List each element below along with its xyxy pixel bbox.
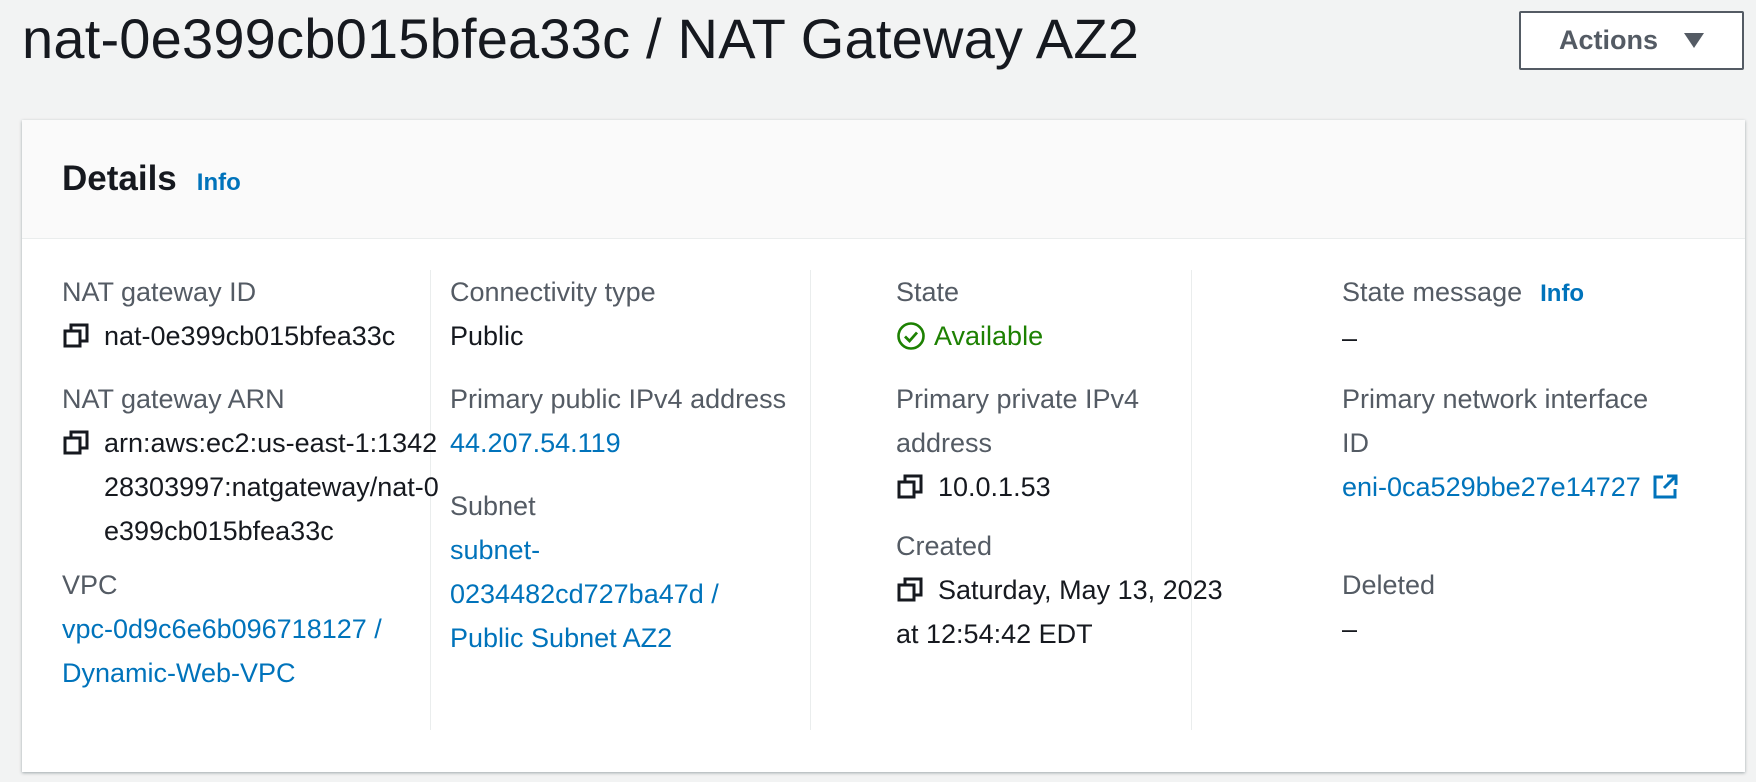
created-field: Created Saturday, May 13, 2023 at 12:54:… [896,524,1246,656]
state-value: Available [934,321,1044,351]
public-ipv4-field: Primary public IPv4 address 44.207.54.11… [450,377,850,465]
details-title: Details [62,159,177,198]
details-columns: NAT gateway ID nat-0e399cb015bfea33c NAT… [22,270,1745,730]
state-message-value: – [1342,323,1358,353]
deleted-value: – [1342,614,1358,644]
subnet-link[interactable]: subnet-0234482cd727ba47d / Public Subnet… [450,528,750,660]
subnet-label: Subnet [450,491,536,521]
nat-gateway-arn-label: NAT gateway ARN [62,384,285,414]
public-ipv4-link[interactable]: 44.207.54.119 [450,421,621,465]
public-ipv4-label: Primary public IPv4 address [450,384,787,414]
vpc-link[interactable]: vpc-0d9c6e6b096718127 / Dynamic-Web-VPC [62,607,447,695]
network-interface-field: Primary network interface ID eni-0ca529b… [1342,377,1682,509]
details-panel: Details Info NAT gateway ID nat-0e399cb0… [22,120,1745,772]
state-status: Available [896,314,1296,358]
external-link-icon[interactable] [1651,473,1679,501]
copy-icon[interactable] [62,322,90,350]
nat-gateway-arn-field: NAT gateway ARN arn:aws:ec2:us-east-1:13… [62,377,447,553]
state-message-info-link[interactable]: Info [1540,280,1584,307]
check-circle-icon [897,322,925,350]
connectivity-type-value: Public [450,321,524,351]
state-message-label: State message [1342,277,1523,307]
private-ipv4-field: Primary private IPv4 address 10.0.1.53 [896,377,1196,509]
connectivity-type-label: Connectivity type [450,277,656,307]
network-interface-link[interactable]: eni-0ca529bbe27e14727 [1342,465,1641,509]
details-header: Details Info [22,120,1745,239]
created-label: Created [896,531,993,561]
details-column-3: State Available Primary private IPv4 add… [896,270,1296,730]
private-ipv4-value: 10.0.1.53 [938,472,1051,502]
page: nat-0e399cb015bfea33c / NAT Gateway AZ2 … [0,0,1756,782]
copy-icon[interactable] [62,429,90,457]
details-info-link[interactable]: Info [197,169,241,197]
created-value: Saturday, May 13, 2023 at 12:54:42 EDT [896,575,1223,649]
actions-label: Actions [1558,25,1658,55]
copy-icon[interactable] [896,576,924,604]
caret-down-icon [1684,33,1704,48]
nat-gateway-arn-value: arn:aws:ec2:us-east-1:134228303997:natga… [104,428,439,546]
vpc-label: VPC [62,570,118,600]
state-label: State [896,277,960,307]
page-title: nat-0e399cb015bfea33c / NAT Gateway AZ2 [22,7,1140,70]
private-ipv4-label: Primary private IPv4 address [896,384,1140,458]
copy-icon[interactable] [896,473,924,501]
nat-gateway-id-value: nat-0e399cb015bfea33c [104,321,396,351]
connectivity-type-field: Connectivity type Public [450,270,850,358]
details-column-4: State message Info – Primary network inte… [1342,270,1722,730]
vpc-field: VPC vpc-0d9c6e6b096718127 / Dynamic-Web-… [62,563,447,695]
network-interface-label: Primary network interface ID [1342,384,1649,458]
actions-button[interactable]: Actions [1519,11,1744,70]
nat-gateway-id-label: NAT gateway ID [62,277,257,307]
state-message-field: State message Info – [1342,270,1722,360]
details-column-2: Connectivity type Public Primary public … [450,270,850,730]
deleted-label: Deleted [1342,570,1436,600]
state-field: State Available [896,270,1296,358]
details-column-1: NAT gateway ID nat-0e399cb015bfea33c NAT… [62,270,447,730]
nat-gateway-id-field: NAT gateway ID nat-0e399cb015bfea33c [62,270,447,358]
deleted-field: Deleted – [1342,563,1722,651]
subnet-field: Subnet subnet-0234482cd727ba47d / Public… [450,484,750,660]
